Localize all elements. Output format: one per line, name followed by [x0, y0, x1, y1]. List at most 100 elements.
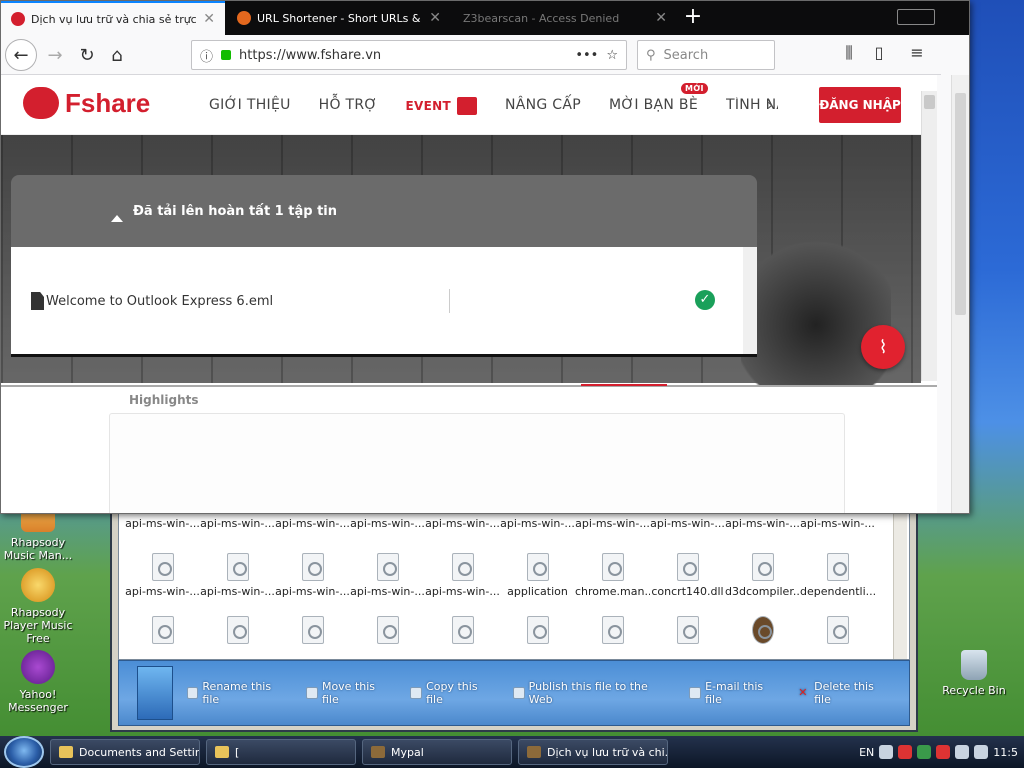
taskbar-button-fshare[interactable]: Dịch vụ lưu trữ và chi... — [518, 739, 668, 765]
close-tab-icon[interactable]: ✕ — [655, 10, 667, 26]
file-item[interactable]: dependentli... — [800, 549, 875, 598]
file-name: concrt140.dll — [651, 585, 724, 598]
file-item[interactable] — [800, 612, 875, 648]
uploaded-file-row[interactable]: Welcome to Outlook Express 6.eml ✓ — [31, 287, 731, 315]
back-button[interactable]: ← — [5, 39, 37, 71]
file-name: chrome.man... — [575, 585, 650, 598]
file-item[interactable]: api-ms-win-... — [200, 517, 275, 529]
file-item[interactable] — [575, 612, 650, 648]
file-item[interactable]: api-ms-win-... — [425, 549, 500, 598]
search-input[interactable]: ⚲ Search — [637, 40, 775, 70]
file-item[interactable]: api-ms-win-... — [200, 549, 275, 598]
menu-item-about[interactable]: GIỚI THIỆU — [209, 97, 291, 115]
file-item[interactable]: api-ms-win-... — [425, 517, 500, 529]
info-icon[interactable]: ⓘ — [200, 46, 213, 65]
home-button[interactable]: ⌂ — [101, 39, 133, 71]
login-button[interactable]: ĐĂNG NHẬP — [819, 87, 901, 123]
file-item[interactable] — [725, 612, 800, 648]
tab-fshare[interactable]: Dịch vụ lưu trữ và chia sẻ trực tuy... ✕ — [1, 1, 225, 35]
file-item[interactable] — [650, 612, 725, 648]
desktop-icon-recycle-bin[interactable]: Recycle Bin — [934, 650, 1014, 697]
antivirus-tray-icon[interactable] — [898, 745, 913, 759]
file-item[interactable] — [275, 612, 350, 648]
url-bar[interactable]: ⓘ https://www.fshare.vn ••• ☆ — [191, 40, 627, 70]
scrollbar-thumb[interactable] — [924, 95, 935, 109]
caret-up-icon[interactable] — [111, 214, 123, 222]
file-item[interactable]: api-ms-win-... — [275, 517, 350, 529]
library-icon[interactable]: ⫼ — [837, 43, 861, 63]
arrow-left-icon: ← — [13, 44, 29, 66]
file-item[interactable]: api-ms-win-... — [275, 549, 350, 598]
upload-list-scrollbar[interactable] — [743, 247, 757, 354]
tray-icon[interactable] — [936, 745, 951, 759]
file-item[interactable]: chrome.man... — [575, 549, 650, 598]
file-item[interactable]: api-ms-win-... — [575, 517, 650, 529]
hamburger-menu-icon[interactable]: ≡ — [905, 43, 929, 62]
taskbar-button-mypal[interactable]: Mypal — [362, 739, 512, 765]
rename-file-link[interactable]: Rename this file — [186, 680, 291, 706]
file-item[interactable]: api-ms-win-... — [125, 549, 200, 598]
file-item[interactable] — [350, 612, 425, 648]
email-file-link[interactable]: E-mail this file — [689, 680, 782, 706]
taskbar-button-folder[interactable]: [ — [206, 739, 356, 765]
manifest-file-icon — [601, 553, 624, 581]
move-file-link[interactable]: Move this file — [306, 680, 394, 706]
file-item[interactable] — [125, 612, 200, 648]
desktop-icon-yahoo-messenger[interactable]: Yahoo! Messenger — [0, 650, 78, 714]
file-item[interactable]: api-ms-win-... — [125, 517, 200, 529]
taskbar: Documents and Settings [ Mypal Dịch vụ l… — [0, 736, 1024, 768]
scrollbar-thumb[interactable] — [955, 93, 966, 315]
file-item[interactable]: api-ms-win-... — [350, 549, 425, 598]
new-tab-button[interactable]: + — [681, 5, 705, 29]
forward-button[interactable]: → — [39, 39, 71, 71]
volume-tray-icon[interactable] — [955, 745, 970, 759]
tab-url-shortener[interactable]: URL Shortener - Short URLs & Custo... ✕ — [227, 1, 451, 35]
file-item[interactable]: api-ms-win-... — [725, 517, 800, 529]
inner-page-scrollbar[interactable] — [921, 91, 937, 381]
file-item[interactable]: application — [500, 549, 575, 598]
file-item[interactable]: api-ms-win-... — [800, 517, 875, 529]
tray-icon[interactable] — [974, 745, 989, 759]
reload-button[interactable]: ↻ — [71, 39, 103, 71]
dll-file-icon — [301, 616, 324, 644]
file-item[interactable]: d3dcompiler... — [725, 549, 800, 598]
file-name: api-ms-win-... — [200, 585, 275, 598]
menu-item-upgrade[interactable]: NÂNG CẤP — [505, 97, 581, 115]
tray-icon[interactable] — [879, 745, 894, 759]
delete-file-link[interactable]: ✕ Delete this file — [798, 680, 893, 706]
close-tab-icon[interactable]: ✕ — [203, 11, 215, 27]
close-tab-icon[interactable]: ✕ — [429, 10, 441, 26]
file-item[interactable]: api-ms-win-... — [350, 517, 425, 529]
file-item[interactable] — [200, 612, 275, 648]
upload-fab-button[interactable]: ⌇ — [861, 325, 905, 369]
language-indicator[interactable]: EN — [859, 746, 874, 759]
taskbar-button-documents[interactable]: Documents and Settings — [50, 739, 200, 765]
chevron-right-icon[interactable]: › — [767, 95, 773, 114]
file-item[interactable]: concrt140.dll — [650, 549, 725, 598]
paperclip-icon: ⌇ — [878, 336, 888, 358]
copy-file-link[interactable]: Copy this file — [410, 680, 497, 706]
dll-file-icon — [451, 616, 474, 644]
fshare-logo[interactable]: Fshare — [23, 87, 150, 119]
window-controls[interactable] — [897, 9, 935, 25]
start-button[interactable] — [4, 736, 44, 768]
publish-file-link[interactable]: Publish this file to the Web — [512, 680, 673, 706]
sidebar-icon[interactable]: ▯ — [867, 43, 891, 62]
menu-item-support[interactable]: HỖ TRỢ — [319, 97, 378, 115]
lock-icon — [221, 50, 232, 60]
network-tray-icon[interactable] — [917, 745, 932, 759]
file-list-scrollbar[interactable] — [893, 509, 907, 659]
bookmark-star-icon[interactable]: ☆ — [606, 48, 618, 63]
file-item[interactable]: api-ms-win-... — [500, 517, 575, 529]
file-item[interactable]: api-ms-win-... — [650, 517, 725, 529]
menu-item-event[interactable]: EVENT — [406, 97, 477, 115]
file-item[interactable] — [425, 612, 500, 648]
upload-panel-header[interactable]: Đã tải lên hoàn tất 1 tập tin — [11, 175, 757, 247]
file-item[interactable] — [500, 612, 575, 648]
tab-z3bearscan[interactable]: Z3bearscan - Access Denied ✕ — [453, 1, 677, 35]
page-actions-icon[interactable]: ••• — [575, 48, 598, 63]
page-scrollbar[interactable] — [951, 75, 969, 513]
desktop-icon-rhapsody-player[interactable]: Rhapsody Player Music Free — [0, 568, 78, 645]
dll-file-icon — [226, 616, 249, 644]
menu-item-invite[interactable]: MỜI BẠN BÈ MỚI — [609, 83, 708, 115]
